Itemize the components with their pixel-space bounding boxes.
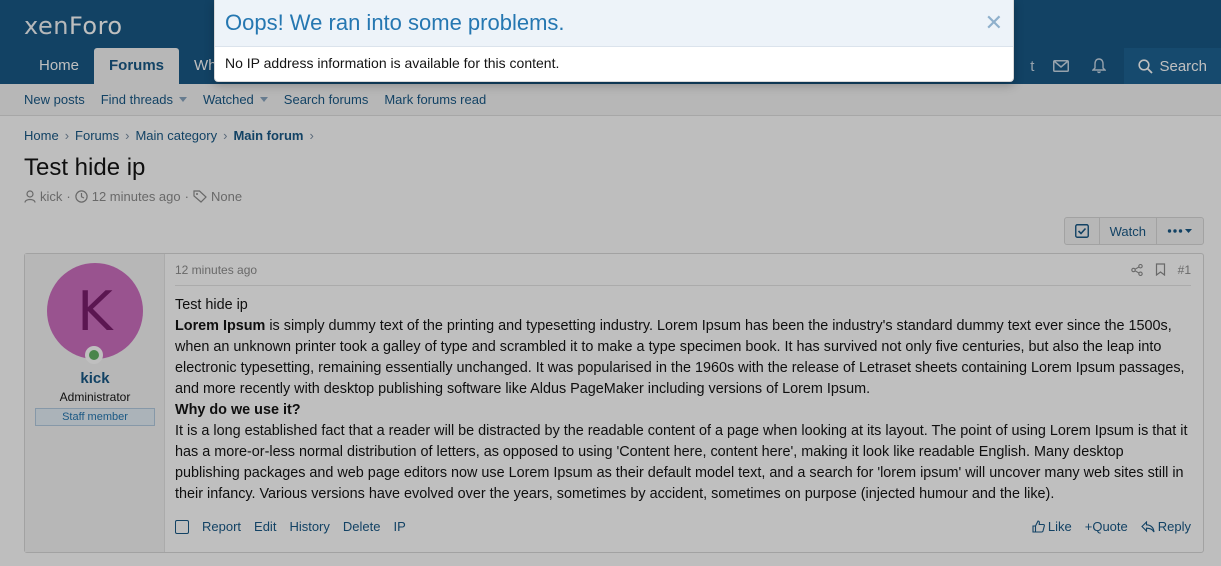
dialog-header: Oops! We ran into some problems. ✕ — [215, 0, 1013, 47]
error-dialog: Oops! We ran into some problems. ✕ No IP… — [214, 0, 1014, 82]
close-icon[interactable]: ✕ — [985, 10, 1003, 36]
dialog-title: Oops! We ran into some problems. — [225, 10, 565, 35]
dialog-message: No IP address information is available f… — [225, 55, 560, 71]
modal-backdrop[interactable] — [0, 0, 1221, 566]
